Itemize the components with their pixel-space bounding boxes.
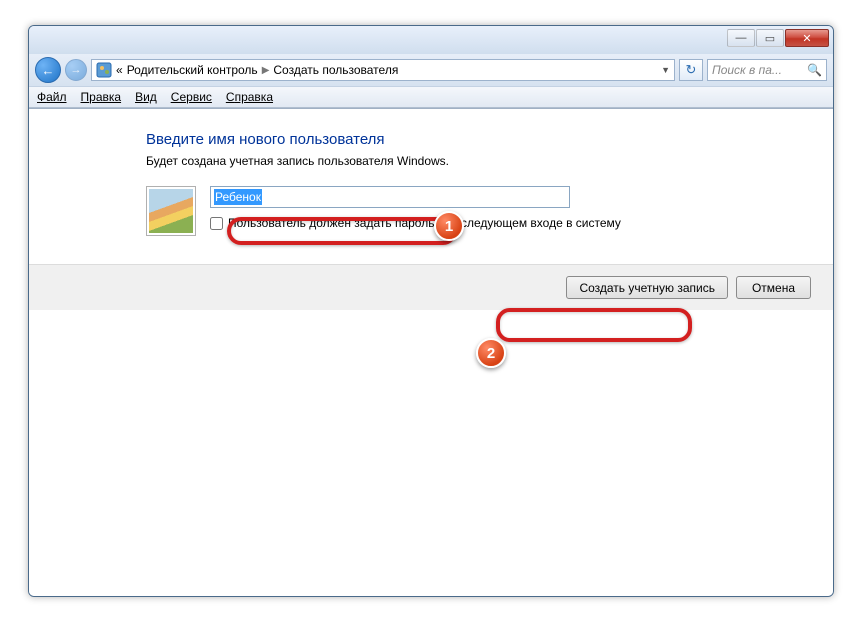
- annotation-highlight-2: [496, 308, 692, 342]
- user-avatar: [146, 186, 196, 236]
- breadcrumb-prefix: «: [116, 63, 123, 77]
- button-bar: Создать учетную запись Отмена: [29, 264, 833, 310]
- page-title: Введите имя нового пользователя: [146, 131, 749, 148]
- refresh-button[interactable]: ↻: [679, 59, 703, 81]
- navigation-bar: ← → « Родительский контроль ▶ Создать по…: [29, 54, 833, 86]
- menu-view[interactable]: Вид: [135, 90, 157, 104]
- address-bar[interactable]: « Родительский контроль ▶ Создать пользо…: [91, 59, 675, 81]
- annotation-badge-2: 2: [476, 338, 506, 368]
- cancel-button[interactable]: Отмена: [736, 276, 811, 299]
- menu-help[interactable]: Справка: [226, 90, 273, 104]
- titlebar: — ▭ ✕: [29, 26, 833, 54]
- menu-bar: Файл Правка Вид Сервис Справка: [29, 86, 833, 108]
- create-account-button[interactable]: Создать учетную запись: [566, 276, 728, 299]
- search-input[interactable]: Поиск в па... 🔍: [707, 59, 827, 81]
- content-area: Введите имя нового пользователя Будет со…: [29, 108, 833, 596]
- flower-icon: [149, 189, 193, 233]
- search-icon: 🔍: [807, 63, 822, 77]
- menu-edit[interactable]: Правка: [81, 90, 122, 104]
- minimize-button[interactable]: —: [727, 29, 755, 47]
- password-checkbox-row[interactable]: Пользователь должен задать пароль при сл…: [210, 216, 749, 230]
- close-button[interactable]: ✕: [785, 29, 829, 47]
- password-checkbox[interactable]: [210, 217, 223, 230]
- input-selection: Ребенок: [214, 189, 262, 205]
- window-frame: — ▭ ✕ ← → « Родительский контроль ▶ Созд…: [28, 25, 834, 597]
- maximize-button[interactable]: ▭: [756, 29, 784, 47]
- page-subtext: Будет создана учетная запись пользовател…: [146, 154, 749, 168]
- breadcrumb-create-user[interactable]: Создать пользователя: [273, 63, 398, 77]
- address-dropdown-icon[interactable]: ▼: [661, 65, 670, 75]
- username-input[interactable]: [210, 186, 570, 208]
- back-button[interactable]: ←: [35, 57, 61, 83]
- menu-tools[interactable]: Сервис: [171, 90, 212, 104]
- control-panel-icon: [96, 62, 112, 78]
- chevron-right-icon: ▶: [262, 65, 270, 76]
- menu-file[interactable]: Файл: [37, 90, 67, 104]
- password-checkbox-label: Пользователь должен задать пароль при сл…: [228, 216, 621, 230]
- forward-button[interactable]: →: [65, 59, 87, 81]
- search-placeholder: Поиск в па...: [712, 63, 782, 77]
- breadcrumb-parental[interactable]: Родительский контроль: [127, 63, 258, 77]
